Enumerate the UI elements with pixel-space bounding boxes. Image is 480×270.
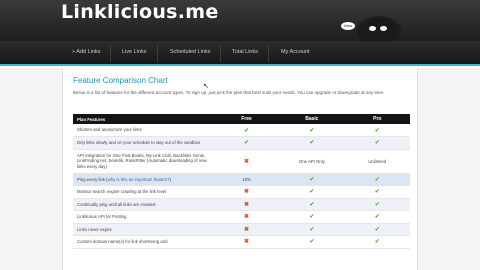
feature-info-link[interactable]: why is this an important feature? — [108, 177, 170, 182]
feature-cell: Shorten and anonymize your links — [73, 124, 214, 137]
nav-my-account[interactable]: My Account — [281, 49, 309, 55]
main-navigation: » Add Links Live Links Scheduled Links T… — [0, 41, 480, 66]
check-icon: ✔ — [213, 124, 280, 137]
check-icon: ✔ — [344, 235, 410, 249]
header-free: Free — [213, 114, 280, 124]
table-row: API integration for One Post Books, My L… — [73, 149, 410, 174]
table-row: Ping every link (why is this an importan… — [73, 173, 410, 186]
header-pro: Pro — [344, 114, 410, 124]
mascot-speech-bubble: links — [341, 22, 355, 30]
content-panel: Feature Comparison Chart Below is a list… — [62, 68, 418, 270]
feature-comparison-table: Plan Features Free Basic Pro Shorten and… — [73, 114, 410, 249]
check-icon: ✔ — [279, 124, 345, 137]
feature-cell: Links never expire — [73, 223, 214, 236]
check-icon: ✔ — [344, 210, 410, 224]
nav-scheduled-links[interactable]: Scheduled Links — [170, 49, 210, 55]
feature-cell: Custom domain name(s) for link shortenin… — [73, 235, 214, 249]
check-icon: ✔ — [279, 235, 345, 249]
check-icon: ✔ — [279, 173, 345, 186]
check-icon: ✔ — [279, 185, 345, 199]
table-row: Links never expire ✖ ✔ ✔ — [73, 223, 410, 236]
feature-text-end: ) — [169, 176, 171, 182]
feature-cell: API integration for One Post Books, My L… — [73, 149, 214, 174]
table-row: Custom domain name(s) for link shortenin… — [73, 235, 410, 249]
check-icon: ✔ — [344, 136, 410, 150]
check-icon: ✔ — [344, 198, 410, 211]
free-value: 10% — [213, 173, 280, 186]
mouse-cursor-icon: ↖ — [203, 83, 209, 90]
pro-value: Unlimited — [344, 149, 410, 174]
check-icon: ✔ — [344, 185, 410, 199]
nav-live-links[interactable]: Live Links — [122, 49, 146, 55]
feature-cell: Ping every link (why is this an importan… — [73, 173, 214, 186]
intro-text: Below is a list of features for the diff… — [73, 90, 385, 95]
check-icon: ✔ — [279, 223, 345, 236]
table-row: Drip links slowly and on your schedule t… — [73, 136, 410, 150]
feature-cell: Monitor search engine crawling at the li… — [73, 185, 214, 199]
feature-text: Ping every link ( — [77, 176, 108, 182]
cross-icon: ✖ — [213, 198, 280, 211]
check-icon: ✔ — [279, 136, 345, 150]
nav-add-links[interactable]: » Add Links — [72, 49, 100, 55]
nav-divider — [268, 45, 269, 62]
cross-icon: ✖ — [213, 235, 280, 249]
cross-icon: ✖ — [213, 185, 280, 199]
table-header-row: Plan Features Free Basic Pro — [73, 114, 410, 124]
cross-icon: ✖ — [213, 210, 280, 224]
cross-icon: ✖ — [213, 223, 280, 236]
basic-value: One API Only — [279, 149, 345, 174]
header-basic: Basic — [279, 114, 345, 124]
site-logo[interactable]: Linklicious.me — [61, 1, 219, 23]
check-icon: ✔ — [344, 223, 410, 236]
mascot-right-eye — [380, 26, 387, 31]
feature-cell: Drip links slowly and on your schedule t… — [73, 136, 214, 150]
table-row: Monitor search engine crawling at the li… — [73, 185, 410, 199]
feature-cell: Linklicious API for Posting — [73, 210, 214, 224]
nav-divider — [110, 45, 111, 62]
table-row: Linklicious API for Posting ✖ ✔ ✔ — [73, 210, 410, 224]
cross-icon: ✖ — [213, 149, 280, 174]
feature-cell: Continually ping until all links are cra… — [73, 198, 214, 211]
nav-divider — [157, 45, 158, 62]
check-icon: ✔ — [279, 198, 345, 211]
table-row: Continually ping until all links are cra… — [73, 198, 410, 211]
site-header: Linklicious.me links — [0, 0, 480, 46]
check-icon: ✔ — [279, 210, 345, 224]
header-plan-features: Plan Features — [73, 114, 214, 124]
nav-total-links[interactable]: Total Links — [232, 49, 258, 55]
mascot-left-eye — [369, 26, 376, 31]
table-row: Shorten and anonymize your links ✔ ✔ ✔ — [73, 124, 410, 137]
check-icon: ✔ — [344, 173, 410, 186]
page-title: Feature Comparison Chart — [73, 76, 168, 85]
check-icon: ✔ — [213, 136, 280, 150]
nav-divider — [220, 45, 221, 62]
check-icon: ✔ — [344, 124, 410, 137]
